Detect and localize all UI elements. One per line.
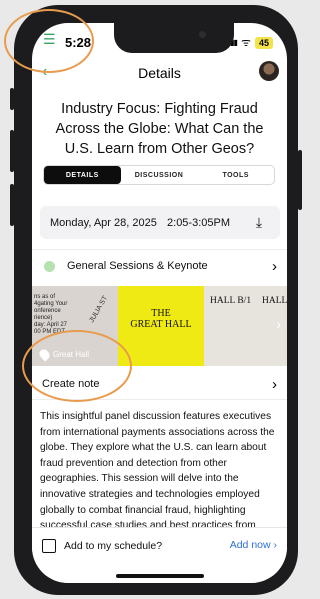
divider	[32, 399, 287, 400]
track-color-dot	[44, 260, 55, 272]
map-next-icon[interactable]: ›	[276, 316, 281, 332]
session-tabs: DETAILS DISCUSSION TOOLS	[44, 166, 274, 184]
venue-map[interactable]: ns as of 4gating Your onference rience) …	[32, 286, 287, 366]
map-notice-text: ns as of 4gating Your onference rience) …	[34, 294, 68, 335]
map-panel-left: ns as of 4gating Your onference rience) …	[32, 286, 118, 366]
street-label: JULIA ST	[88, 294, 110, 325]
volume-up-button	[10, 130, 14, 172]
volume-down-button	[10, 184, 14, 226]
tab-discussion[interactable]: DISCUSSION	[121, 166, 198, 184]
map-great-hall: THE GREAT HALL	[118, 308, 204, 330]
download-icon[interactable]: ⤓	[246, 214, 272, 231]
map-pin-icon	[37, 347, 52, 362]
map-panel-center: THE GREAT HALL	[118, 286, 204, 366]
divider	[32, 249, 287, 250]
calendar-icon	[42, 539, 56, 553]
create-note-row[interactable]: Create note ›	[32, 370, 287, 398]
tab-tools[interactable]: TOOLS	[197, 166, 274, 184]
map-location-label: Great Hall	[53, 350, 90, 359]
wifi-icon: ᯤ	[240, 37, 251, 49]
notch	[114, 23, 234, 53]
schedule-prompt-label: Add to my schedule?	[64, 540, 163, 552]
map-hall-b1: HALL B/1	[210, 296, 252, 306]
map-panel-right: HALL B/1 HALL ›	[204, 286, 287, 366]
camera-icon	[199, 31, 206, 38]
map-great-hall-line2: GREAT HALL	[130, 319, 192, 330]
track-label: General Sessions & Keynote	[67, 260, 208, 272]
hamburger-icon[interactable]: ☰	[43, 31, 56, 48]
page-title: Details	[138, 65, 181, 81]
battery-indicator: 45	[254, 36, 273, 49]
avatar[interactable]	[259, 61, 279, 81]
session-datetime: Monday, Apr 28, 2025 2:05-3:05PM ⤓	[40, 206, 280, 239]
home-indicator[interactable]	[116, 574, 204, 578]
session-title: Industry Focus: Fighting Fraud Across th…	[55, 101, 264, 157]
app-screen: ☰ 5:28 ▮▮▮ ᯤ 45 ‹ Details Industry Focus…	[32, 23, 287, 583]
tab-details[interactable]: DETAILS	[44, 166, 121, 184]
power-button	[298, 150, 302, 210]
create-note-label: Create note	[42, 378, 100, 390]
schedule-prompt: Add to my schedule?	[42, 539, 162, 553]
map-great-hall-line1: THE	[151, 308, 171, 319]
chevron-right-icon: ›	[272, 375, 277, 393]
add-now-button[interactable]: Add now ›	[230, 539, 277, 551]
chevron-right-icon: ›	[272, 257, 277, 275]
map-hall: HALL	[262, 296, 287, 306]
map-location: Great Hall	[37, 347, 90, 362]
track-row[interactable]: General Sessions & Keynote ›	[32, 255, 287, 277]
session-time: 2:05-3:05PM	[167, 216, 230, 229]
status-time: 5:28	[65, 35, 92, 50]
mute-switch	[10, 88, 14, 110]
session-date: Monday, Apr 28, 2025	[50, 216, 157, 229]
